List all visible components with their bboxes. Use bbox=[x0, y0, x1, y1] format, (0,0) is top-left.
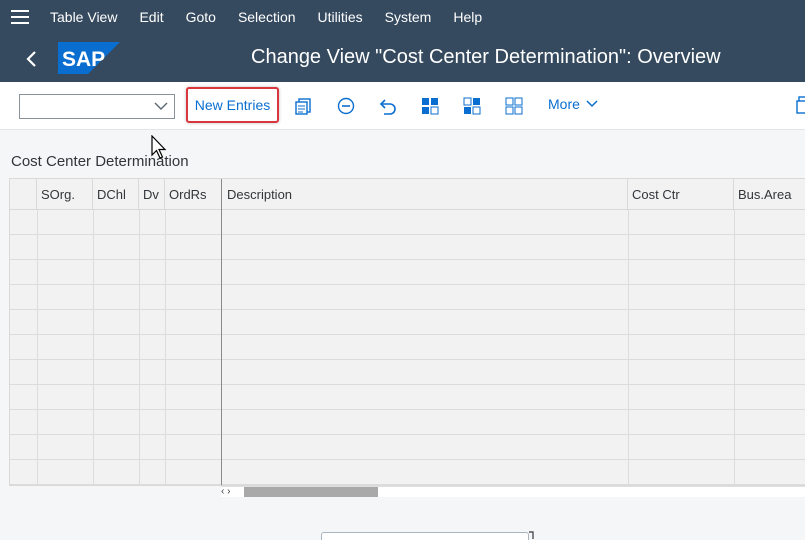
title-bar: SAP Change View "Cost Center Determinati… bbox=[0, 34, 805, 82]
hamburger-menu-icon[interactable] bbox=[0, 0, 40, 34]
page-title: Change View "Cost Center Determination":… bbox=[251, 46, 721, 68]
table-row[interactable] bbox=[10, 360, 805, 385]
column-header-description[interactable]: Description bbox=[223, 179, 628, 210]
variant-select[interactable] bbox=[19, 94, 175, 119]
menu-help[interactable]: Help bbox=[453, 9, 482, 25]
toolbar: New Entries More bbox=[0, 82, 805, 130]
footer-panel bbox=[321, 532, 529, 540]
table-row[interactable] bbox=[10, 335, 805, 360]
fixed-column-divider bbox=[221, 179, 222, 485]
delete-icon[interactable] bbox=[336, 96, 356, 116]
table-row[interactable] bbox=[10, 210, 805, 235]
column-divider bbox=[37, 210, 38, 485]
table-row[interactable] bbox=[10, 310, 805, 335]
column-header-sorg[interactable]: SOrg. bbox=[37, 179, 93, 210]
table-row[interactable] bbox=[10, 435, 805, 460]
more-button[interactable]: More bbox=[548, 96, 598, 112]
scroll-arrows-icon[interactable]: ‹ › bbox=[221, 486, 230, 497]
chevron-down-icon bbox=[586, 100, 598, 108]
scrollbar-thumb[interactable] bbox=[244, 487, 378, 497]
new-entries-label: New Entries bbox=[194, 97, 271, 113]
column-divider bbox=[734, 210, 735, 485]
select-all-icon[interactable] bbox=[420, 96, 440, 116]
menu-system[interactable]: System bbox=[385, 9, 432, 25]
copy-icon[interactable] bbox=[294, 96, 314, 116]
column-header-cost-ctr[interactable]: Cost Ctr bbox=[628, 179, 734, 210]
row-selector-header[interactable] bbox=[10, 179, 37, 210]
undo-icon[interactable] bbox=[378, 96, 398, 116]
column-header-dchl[interactable]: DChl bbox=[93, 179, 139, 210]
table-row[interactable] bbox=[10, 385, 805, 410]
menu-goto[interactable]: Goto bbox=[186, 9, 216, 25]
chevron-down-icon bbox=[154, 102, 168, 110]
table-row[interactable] bbox=[10, 260, 805, 285]
deselect-all-icon[interactable] bbox=[504, 96, 524, 116]
column-divider bbox=[165, 210, 166, 485]
table-row[interactable] bbox=[10, 235, 805, 260]
chevron-left-icon bbox=[26, 51, 36, 67]
overflow-icon[interactable] bbox=[796, 96, 805, 116]
column-header-dv[interactable]: Dv bbox=[139, 179, 165, 210]
logo-text: SAP bbox=[62, 48, 105, 71]
sap-logo: SAP bbox=[58, 42, 120, 74]
more-label: More bbox=[548, 96, 580, 112]
corner-handle-icon bbox=[529, 531, 534, 539]
data-table: SOrg. DChl Dv OrdRs Description Cost Ctr… bbox=[9, 178, 805, 486]
table-row[interactable] bbox=[10, 285, 805, 310]
table-row[interactable] bbox=[10, 410, 805, 435]
column-header-bus-area[interactable]: Bus.Area bbox=[734, 179, 805, 210]
new-entries-button[interactable]: New Entries bbox=[186, 87, 279, 123]
column-header-ordrs[interactable]: OrdRs bbox=[165, 179, 222, 210]
menu-table-view[interactable]: Table View bbox=[50, 9, 117, 25]
menu-edit[interactable]: Edit bbox=[139, 9, 163, 25]
menu-selection[interactable]: Selection bbox=[238, 9, 296, 25]
table-header: SOrg. DChl Dv OrdRs Description Cost Ctr… bbox=[10, 179, 805, 210]
menu-utilities[interactable]: Utilities bbox=[318, 9, 363, 25]
table-row[interactable] bbox=[10, 460, 805, 485]
back-button[interactable] bbox=[18, 46, 44, 72]
horizontal-scrollbar[interactable]: ‹ › bbox=[221, 486, 805, 497]
mouse-cursor-icon bbox=[151, 135, 167, 159]
column-divider bbox=[93, 210, 94, 485]
select-block-icon[interactable] bbox=[462, 96, 482, 116]
column-divider bbox=[628, 210, 629, 485]
column-divider bbox=[139, 210, 140, 485]
menu-bar: Table View Edit Goto Selection Utilities… bbox=[0, 0, 805, 34]
